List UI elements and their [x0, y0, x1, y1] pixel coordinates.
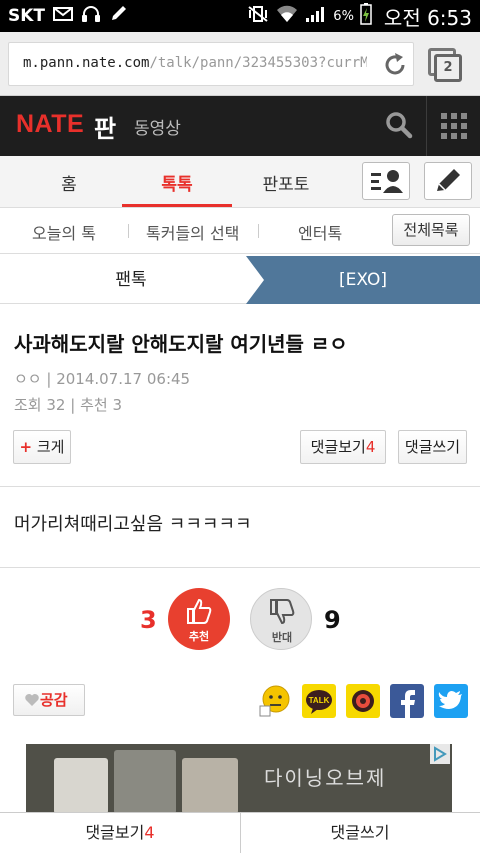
vibrate-mute-icon	[247, 5, 269, 27]
write-button[interactable]	[424, 162, 472, 200]
all-list-button[interactable]: 전체목록	[392, 214, 470, 246]
carrier-label: SKT	[8, 6, 46, 26]
downvote-button[interactable]: 반대	[250, 588, 312, 650]
pen-icon	[109, 5, 129, 27]
upvote-button[interactable]: 추천	[168, 588, 230, 650]
ad-banner[interactable]: 다이닝오브제	[26, 744, 452, 814]
breadcrumb-current[interactable]: [EXO]	[246, 256, 480, 304]
signal-icon	[305, 5, 327, 27]
comment-count: 4	[365, 438, 376, 456]
site-header: NATE 판 동영상	[0, 96, 480, 156]
battery-percent: 6%	[333, 8, 354, 24]
facebook-icon[interactable]	[390, 684, 424, 718]
reload-icon[interactable]	[381, 51, 409, 79]
status-bar: SKT 6% 오전 6:53	[0, 0, 480, 32]
my-menu-button[interactable]	[362, 162, 410, 200]
tab-panphoto[interactable]: 판포토	[231, 170, 341, 195]
views-label: 조회	[14, 396, 42, 414]
tab-count: 2	[434, 54, 462, 82]
subnav-enter-talk[interactable]: 엔터톡	[298, 220, 342, 244]
breadcrumb: 팬톡 [EXO]	[0, 256, 480, 304]
apps-grid-icon[interactable]	[441, 113, 467, 139]
recommend-label: 추천	[80, 396, 108, 414]
subnav-talkers-choice[interactable]: 톡커들의 선택	[146, 220, 239, 244]
tab-home[interactable]: 홈	[14, 170, 124, 195]
url-text[interactable]: m.pann.nate.com/talk/pann/323455303?curr…	[23, 55, 367, 71]
view-comments-button[interactable]: 댓글보기4	[300, 430, 386, 464]
nate-logo[interactable]: NATE	[16, 110, 84, 139]
plus-icon: +	[19, 438, 33, 456]
empathy-button[interactable]: 공감	[13, 684, 85, 716]
svg-text:TALK: TALK	[309, 696, 330, 705]
write-comment-button[interactable]: 댓글쓰기	[398, 430, 467, 464]
ad-choices-icon[interactable]	[430, 744, 450, 764]
bottom-view-comments[interactable]: 댓글보기4	[0, 813, 240, 853]
kakaotalk-icon[interactable]: TALK	[302, 684, 336, 718]
ad-text: 다이닝오브제	[264, 766, 387, 790]
views-count: 32	[46, 396, 66, 414]
main-tabs: 홈 톡톡 판포토	[0, 156, 480, 208]
breadcrumb-parent[interactable]: 팬톡	[0, 256, 262, 304]
mail-icon	[53, 6, 74, 26]
search-icon[interactable]	[384, 110, 414, 140]
thumbs-up-icon	[187, 598, 212, 624]
browser-toolbar: m.pann.nate.com/talk/pann/323455303?curr…	[0, 32, 480, 96]
post-meta: ㅇㅇ | 2014.07.17 06:45	[14, 370, 191, 388]
downvote-count: 9	[324, 606, 341, 634]
battery-charging-icon	[360, 3, 372, 29]
thumbs-down-icon	[270, 599, 295, 625]
tab-toktok[interactable]: 톡톡	[122, 170, 232, 195]
upvote-count: 3	[140, 606, 157, 634]
recommend-count: 3	[112, 396, 123, 414]
video-link[interactable]: 동영상	[134, 114, 181, 139]
post-date: 2014.07.17 06:45	[56, 370, 191, 388]
kakaostory-icon[interactable]	[346, 684, 380, 718]
heart-icon	[25, 694, 39, 706]
post-author: ㅇㅇ	[14, 370, 42, 388]
bottom-write-comment[interactable]: 댓글쓰기	[240, 813, 480, 853]
post-title: 사과해도지랄 안해도지랄 여기년들 ㄹㅇ	[14, 332, 348, 356]
clock: 오전 6:53	[383, 5, 472, 30]
pann-logo[interactable]: 판	[94, 109, 116, 144]
bottom-bar: 댓글보기4 댓글쓰기	[0, 812, 480, 853]
bigger-text-button[interactable]: + 크게	[13, 430, 71, 464]
url-field[interactable]: m.pann.nate.com/talk/pann/323455303?curr…	[8, 42, 414, 86]
post-body: 머가리쳐때리고싶음 ㅋㅋㅋㅋㅋ	[14, 514, 252, 535]
sub-nav: 오늘의 톡 톡커들의 선택 엔터톡 전체목록	[0, 208, 480, 254]
post-stats: 조회 32 | 추천 3	[14, 396, 123, 414]
wifi-icon	[275, 4, 299, 28]
twitter-icon[interactable]	[434, 684, 468, 718]
emoticon-share-icon[interactable]	[258, 684, 292, 718]
headset-icon	[81, 5, 101, 27]
user-list-icon	[371, 170, 403, 193]
pencil-icon	[437, 169, 460, 191]
bottom-comment-count: 4	[144, 823, 155, 842]
subnav-today-talk[interactable]: 오늘의 톡	[32, 220, 96, 244]
tabs-button[interactable]: 2	[428, 48, 464, 82]
active-tab-indicator	[122, 204, 232, 207]
